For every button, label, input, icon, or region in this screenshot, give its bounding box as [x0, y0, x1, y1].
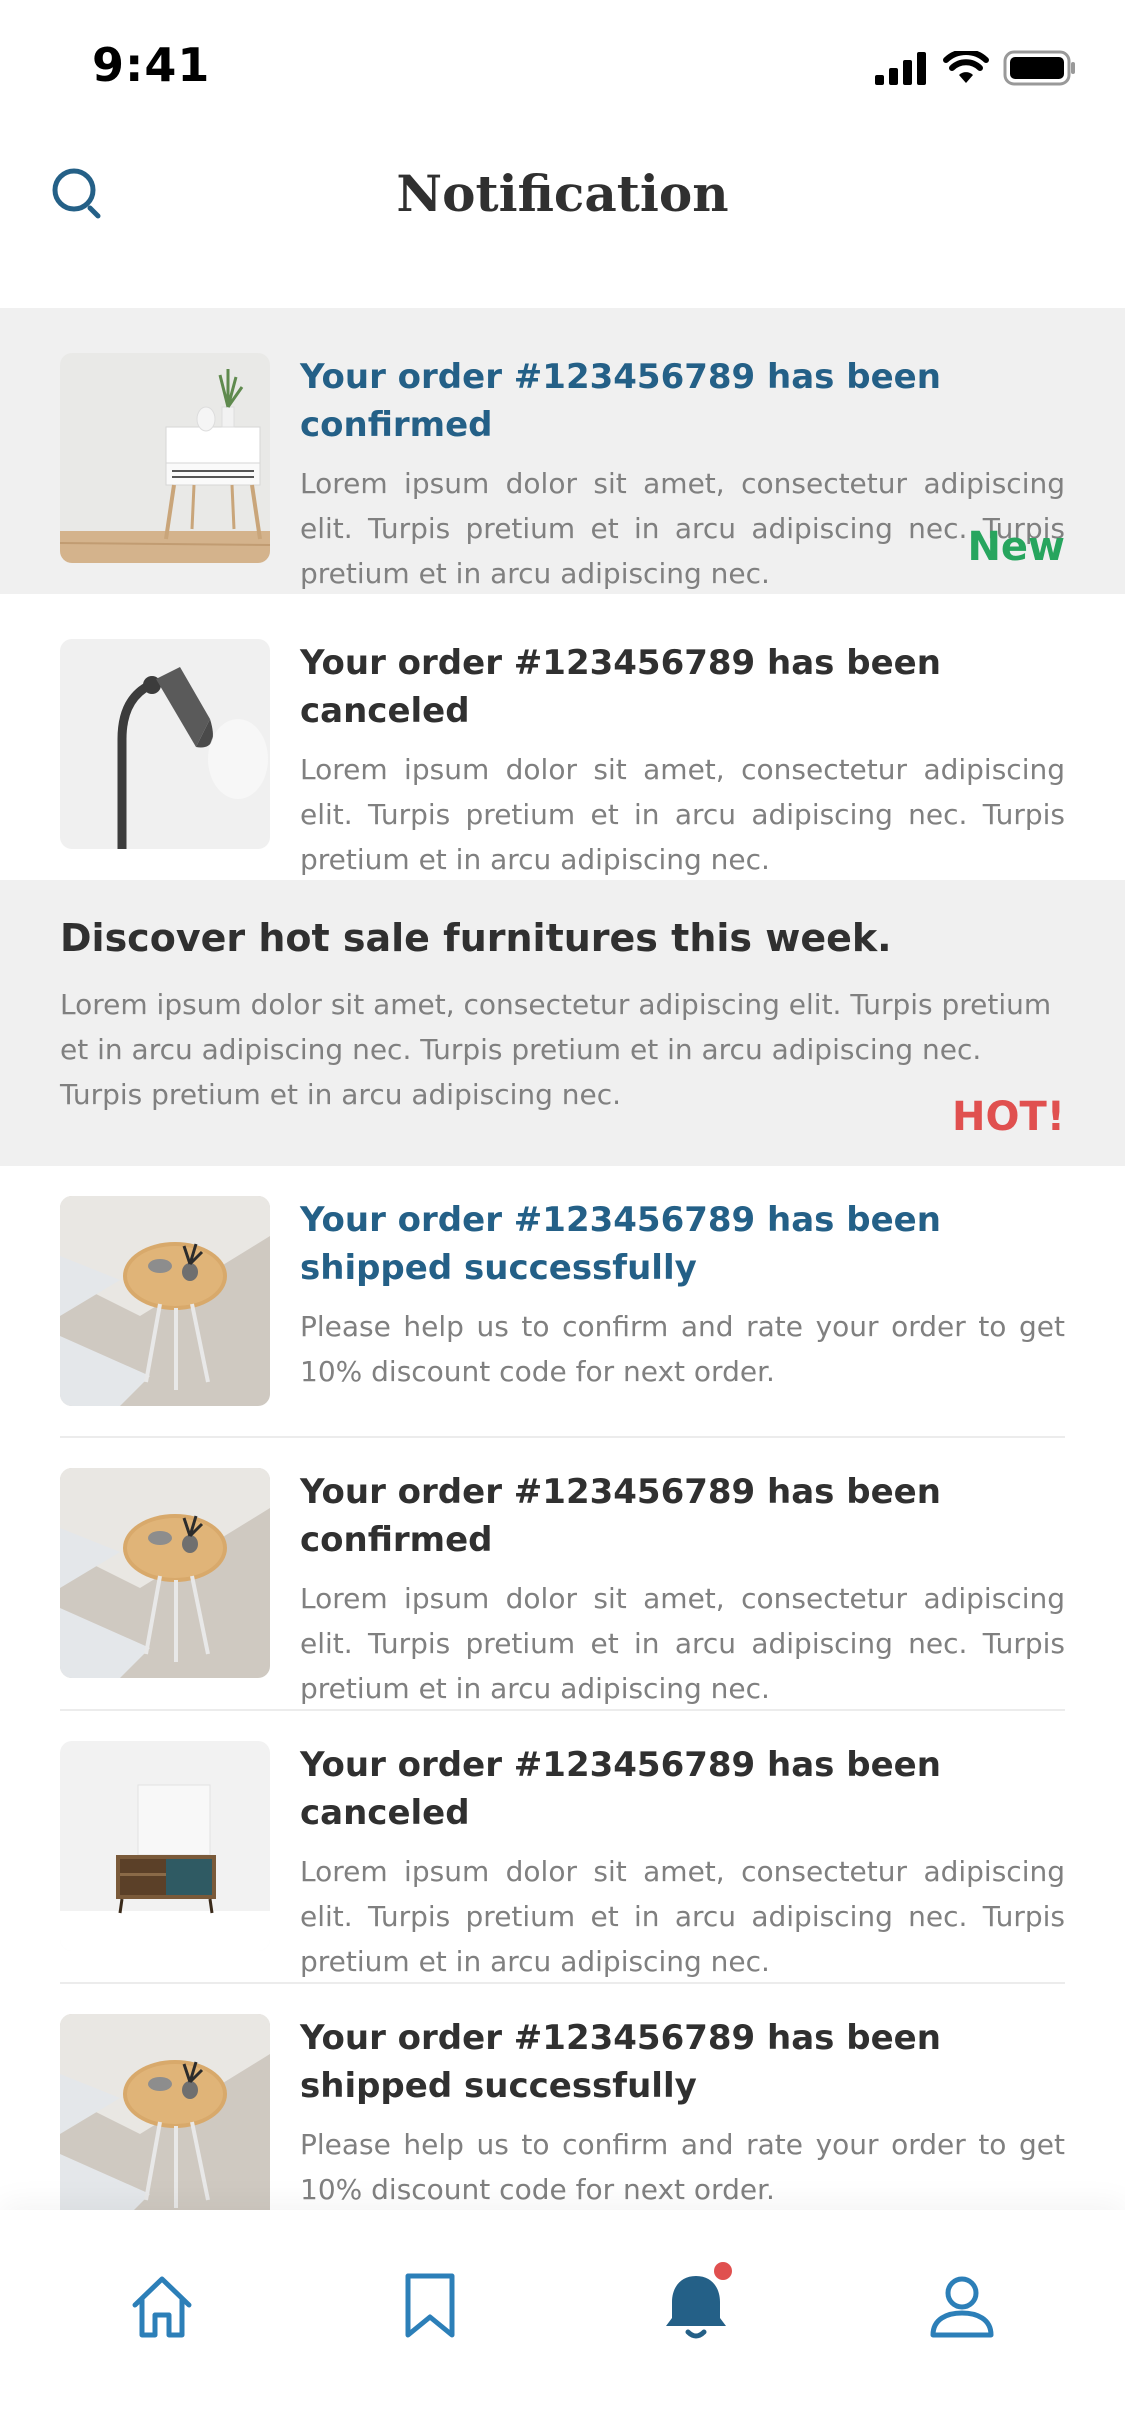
profile-icon	[930, 2276, 994, 2338]
notification-title: Your order #123456789 has been canceled	[300, 643, 941, 731]
product-thumbnail-side-table	[60, 1196, 270, 1406]
bookmark-icon	[405, 2273, 455, 2338]
notification-item[interactable]: Your order #123456789 has been canceled …	[0, 594, 1125, 880]
notification-title: Your order #123456789 has been shipped s…	[300, 2018, 941, 2106]
promo-item[interactable]: Discover hot sale furnitures this week. …	[0, 880, 1125, 1166]
notification-body: Lorem ipsum dolor sit amet, consectetur …	[300, 1582, 1065, 1705]
status-time: 9:41	[92, 38, 211, 92]
page-title: Notification	[396, 164, 729, 223]
new-badge: New	[967, 524, 1065, 570]
notification-item[interactable]: Your order #123456789 has been shipped s…	[0, 1166, 1125, 1438]
tab-bar	[0, 2210, 1125, 2436]
battery-icon	[1003, 50, 1075, 86]
notification-body: Please help us to confirm and rate your …	[300, 2128, 1065, 2206]
notification-list: Your order #123456789 has been confirmed…	[0, 308, 1125, 2257]
promo-title: Discover hot sale furnitures this week.	[60, 916, 892, 960]
notification-title: Your order #123456789 has been canceled	[300, 1745, 941, 1833]
notification-title: Your order #123456789 has been shipped s…	[300, 1200, 941, 1288]
home-icon	[132, 2276, 192, 2338]
product-thumbnail-side-table	[60, 1468, 270, 1678]
header: Notification	[0, 132, 1125, 308]
tab-profile[interactable]	[912, 2256, 1012, 2356]
notification-body: Lorem ipsum dolor sit amet, consectetur …	[300, 753, 1065, 876]
tab-notifications[interactable]	[646, 2256, 746, 2356]
tab-home[interactable]	[112, 2256, 212, 2356]
wifi-icon	[943, 51, 989, 83]
promo-body: Lorem ipsum dolor sit amet, consectetur …	[60, 988, 1052, 1111]
tab-saved[interactable]	[380, 2256, 480, 2356]
hot-badge: HOT!	[951, 1094, 1065, 1140]
notification-item[interactable]: Your order #123456789 has been confirmed…	[0, 1438, 1125, 1711]
notification-body: Lorem ipsum dolor sit amet, consectetur …	[300, 467, 1065, 590]
product-thumbnail-lamp	[60, 639, 270, 849]
notification-title: Your order #123456789 has been confirmed	[300, 1472, 941, 1560]
notification-body: Lorem ipsum dolor sit amet, consectetur …	[300, 1855, 1065, 1978]
status-bar: 9:41	[0, 0, 1125, 132]
notification-body: Please help us to confirm and rate your …	[300, 1310, 1065, 1388]
notification-title: Your order #123456789 has been confirmed	[300, 357, 941, 445]
notification-item[interactable]: Your order #123456789 has been canceled …	[0, 1711, 1125, 1984]
notification-badge	[714, 2262, 732, 2280]
status-icons	[875, 48, 1077, 88]
product-thumbnail-side-table	[60, 2014, 270, 2224]
notification-item[interactable]: Your order #123456789 has been confirmed…	[0, 308, 1125, 594]
product-thumbnail-nightstand	[60, 353, 270, 563]
signal-icon	[875, 52, 926, 85]
product-thumbnail-sideboard	[60, 1741, 270, 1951]
